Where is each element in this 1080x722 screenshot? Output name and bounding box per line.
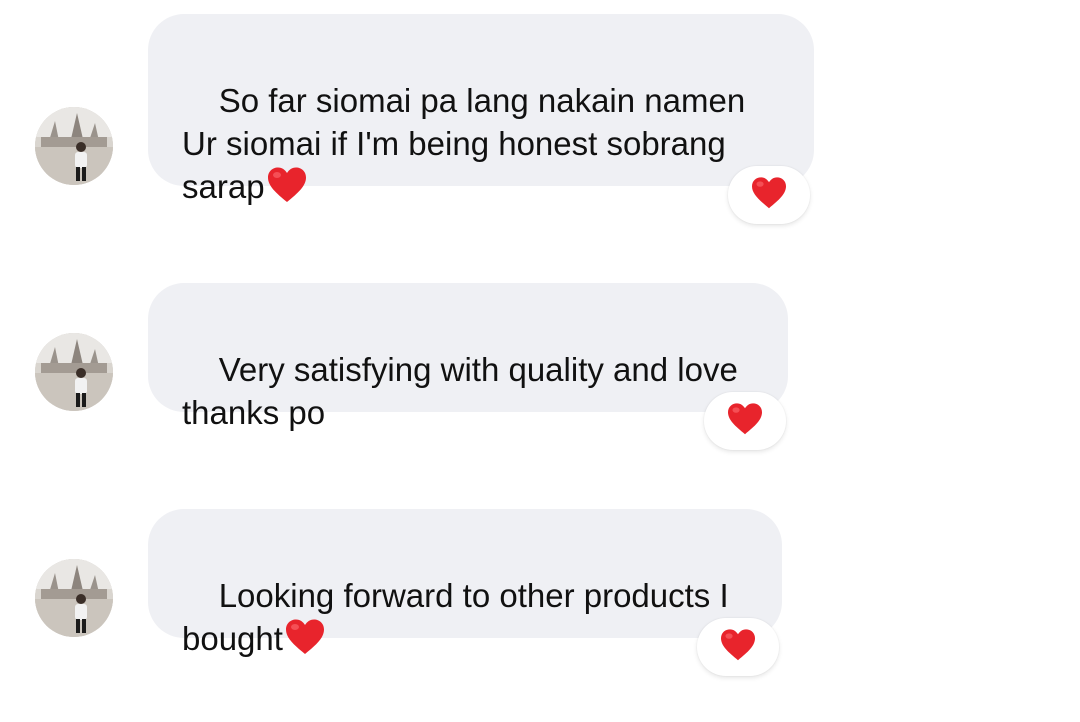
avatar-photo-icon [35, 107, 113, 185]
reaction-badge[interactable] [697, 618, 779, 676]
message-bubble[interactable]: Looking forward to other products I boug… [148, 509, 782, 657]
red-heart-icon [266, 166, 308, 214]
message-text-line: So far siomai pa lang nakain namen [218, 82, 746, 119]
avatar[interactable] [35, 559, 113, 637]
avatar-photo-icon [35, 333, 113, 411]
avatar[interactable] [35, 107, 113, 185]
message-text-line: bought [182, 620, 283, 657]
message-text-line: thanks po [182, 394, 326, 431]
reaction-badge[interactable] [728, 166, 810, 224]
red-heart-icon [750, 176, 788, 215]
message-text-line: Ur siomai if I'm being honest sobrang [182, 125, 726, 162]
message-row: So far siomai pa lang nakain namen Ur si… [0, 0, 1080, 240]
message-text-line: Very satisfying with quality and love [218, 351, 738, 388]
message-bubble[interactable]: So far siomai pa lang nakain namen Ur si… [148, 14, 814, 205]
message-bubble[interactable]: Very satisfying with quality and love th… [148, 283, 788, 431]
red-heart-icon [284, 618, 326, 666]
reaction-badge[interactable] [704, 392, 786, 450]
avatar-photo-icon [35, 559, 113, 637]
message-text-line: Looking forward to other products I [218, 577, 729, 614]
message-text-line: sarap [182, 168, 265, 205]
red-heart-icon [719, 628, 757, 667]
red-heart-icon [726, 402, 764, 441]
avatar[interactable] [35, 333, 113, 411]
